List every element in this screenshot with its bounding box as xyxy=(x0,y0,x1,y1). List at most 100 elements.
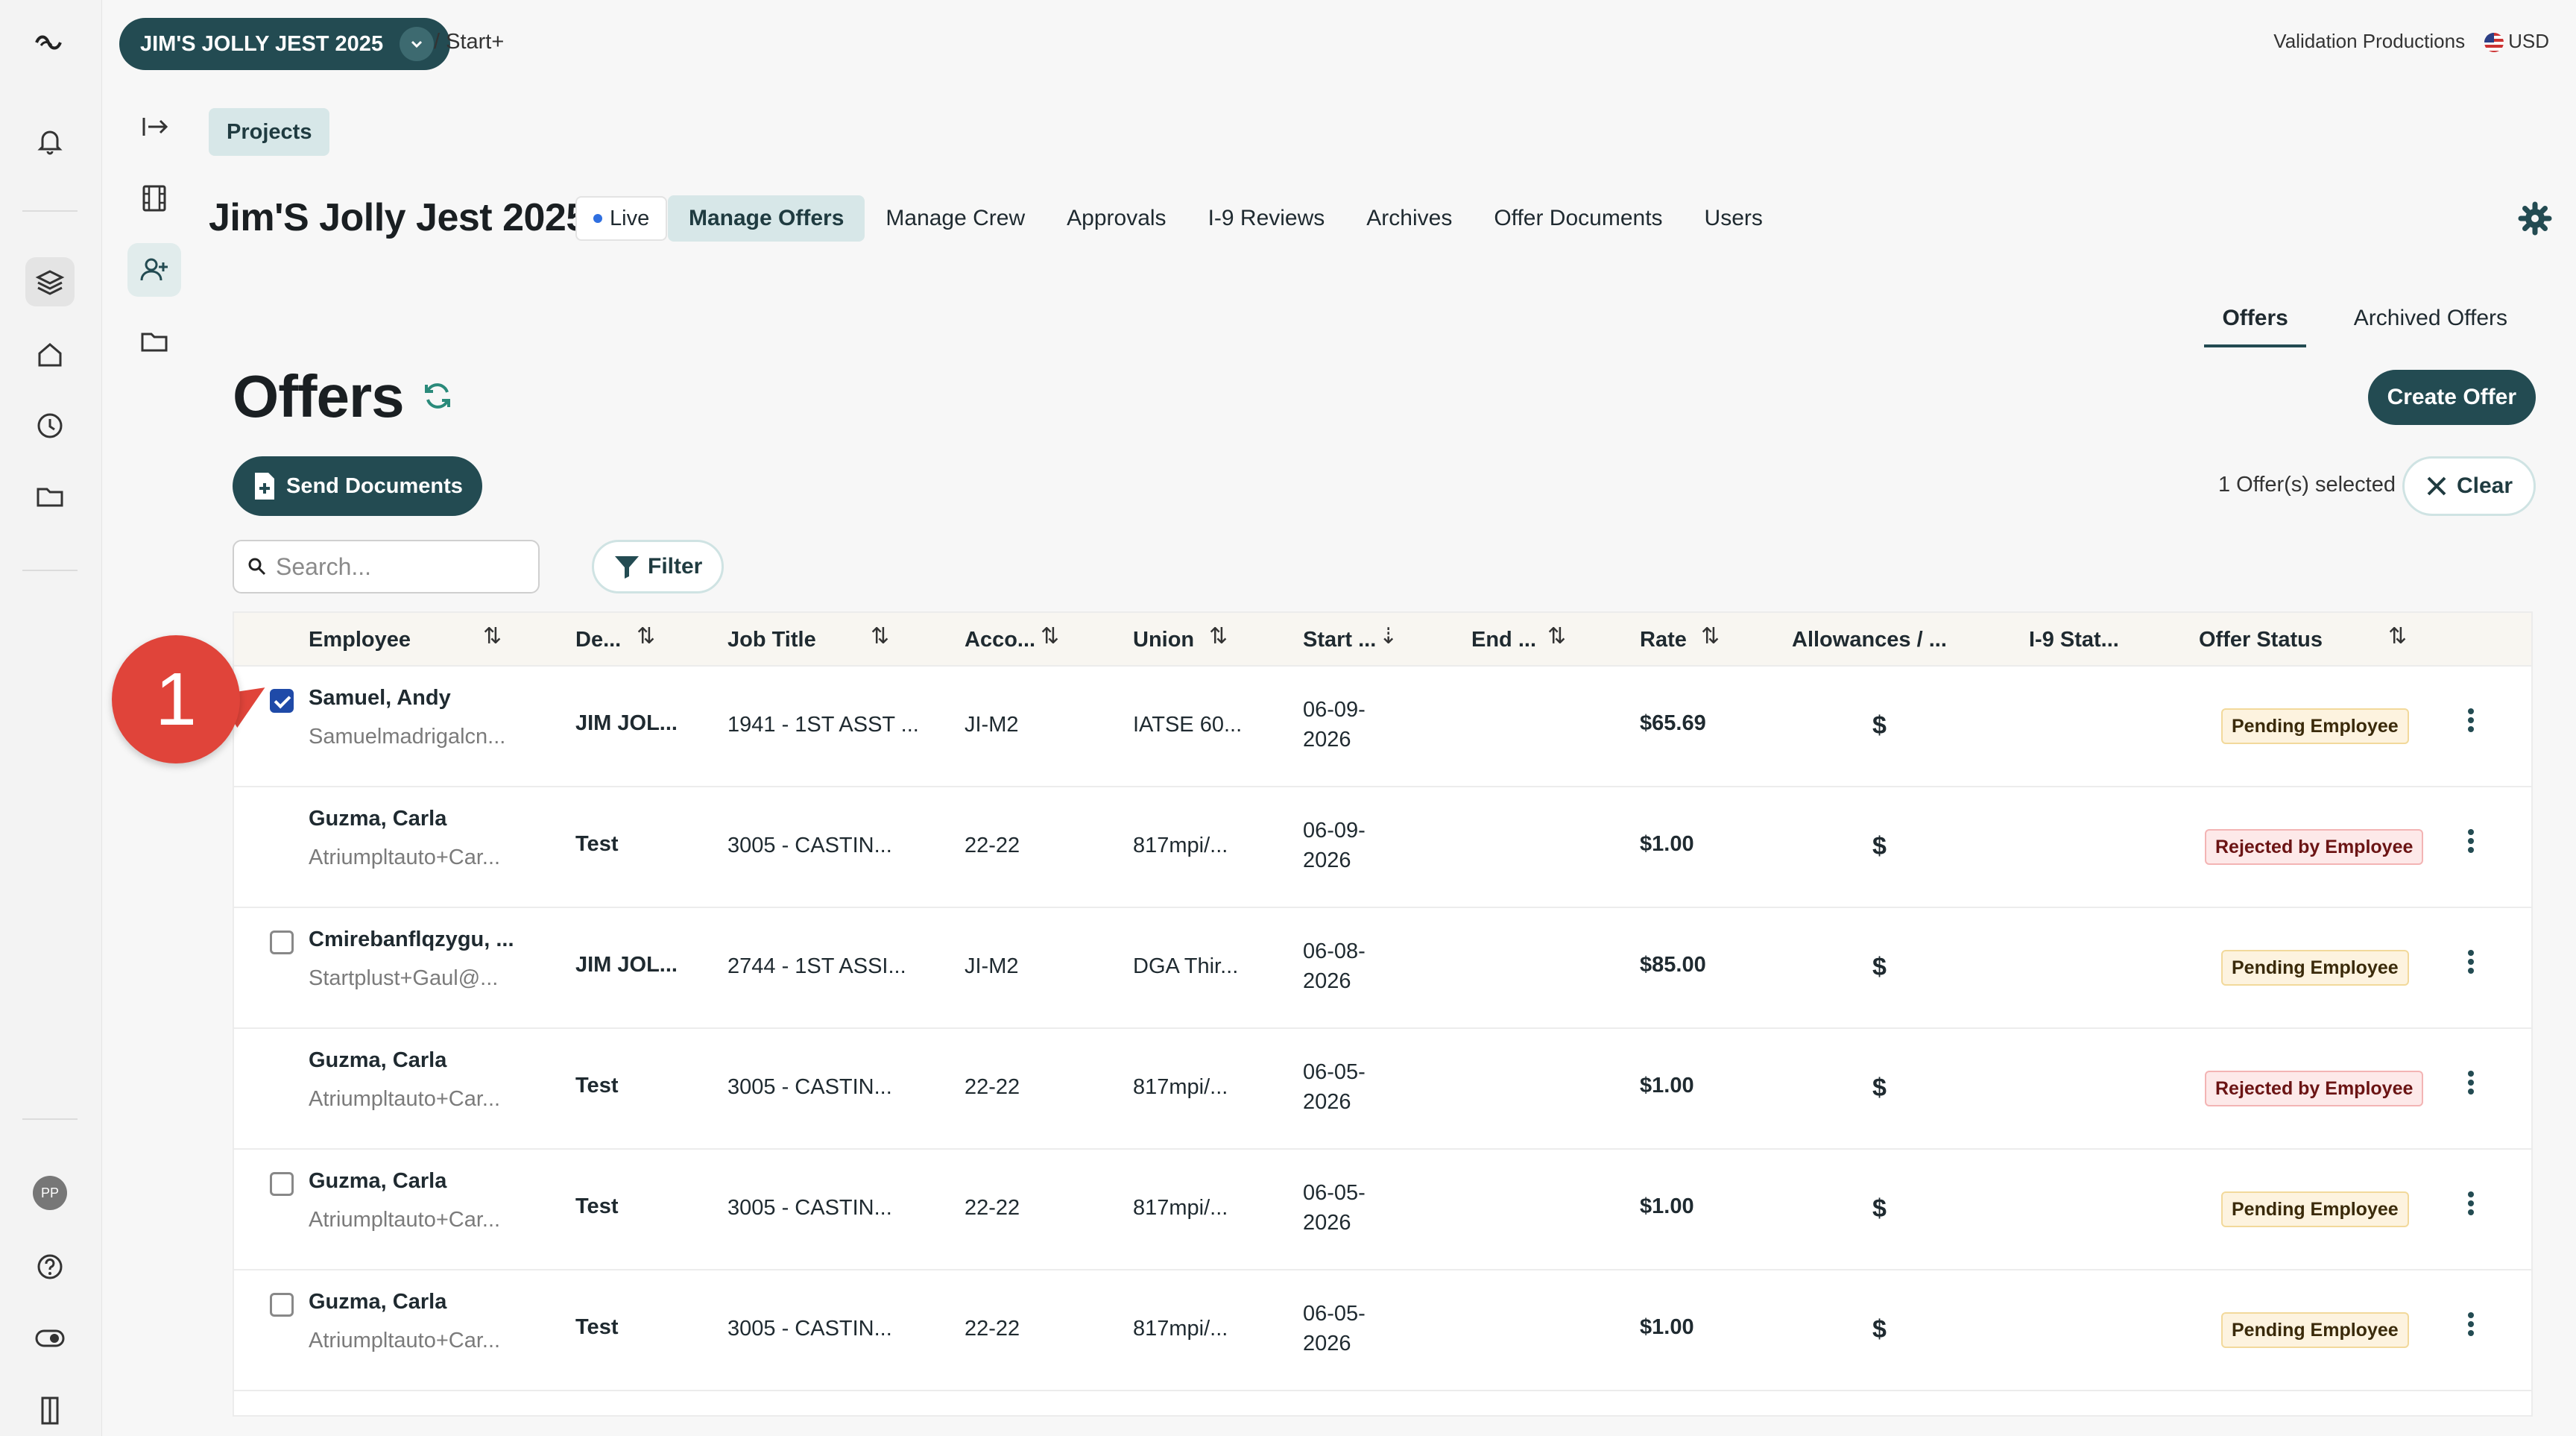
union: 817mpi/... xyxy=(1133,834,1228,857)
more-options-icon[interactable] xyxy=(2467,826,2475,856)
sort-icon[interactable]: ⇅ xyxy=(483,623,502,649)
row-checkbox[interactable] xyxy=(270,1172,294,1196)
col-i9-status[interactable]: I-9 Stat... xyxy=(2029,613,2119,667)
more-options-icon[interactable] xyxy=(2467,705,2475,735)
more-options-icon[interactable] xyxy=(2467,947,2475,977)
tab-archived-offers[interactable]: Archived Offers xyxy=(2336,298,2525,347)
sort-icon[interactable]: ⇅ xyxy=(871,623,889,649)
employee-email: Atriumpltauto+Car... xyxy=(309,845,501,869)
sort-icon[interactable]: ⇅ xyxy=(1547,623,1566,649)
allowances-icon[interactable]: $ xyxy=(1872,1074,1887,1103)
sort-icon[interactable]: ⇅ xyxy=(637,623,655,649)
tab-i9-reviews[interactable]: I-9 Reviews xyxy=(1187,195,1346,242)
col-department[interactable]: De... xyxy=(575,613,621,667)
bell-icon[interactable] xyxy=(25,116,75,166)
table-row[interactable]: Cmirebanflqzygu, ... Startplust+Gaul@...… xyxy=(234,908,2531,1029)
logout-door-icon[interactable] xyxy=(25,1385,75,1435)
rate: $1.00 xyxy=(1640,1194,1694,1218)
table-row[interactable]: Guzma, Carla Atriumpltauto+Car... Test 3… xyxy=(234,1150,2531,1270)
tab-offers[interactable]: Offers xyxy=(2204,298,2306,347)
job-title: 3005 - CASTIN... xyxy=(727,1317,892,1341)
more-options-icon[interactable] xyxy=(2467,1309,2475,1339)
us-flag-icon xyxy=(2484,33,2504,53)
employee-name[interactable]: Guzma, Carla xyxy=(309,1048,446,1073)
col-allowances[interactable]: Allowances / ... xyxy=(1792,613,1947,667)
account: 22-22 xyxy=(965,834,1020,857)
status-badge: Live xyxy=(575,196,668,241)
table-row[interactable]: Guzma, Carla Atriumpltauto+Car... Test 3… xyxy=(234,1029,2531,1150)
employee-name[interactable]: Guzma, Carla xyxy=(309,1290,446,1314)
rate: $1.00 xyxy=(1640,832,1694,856)
gear-icon[interactable] xyxy=(2516,200,2554,237)
sort-icon[interactable]: ⇅ xyxy=(1701,623,1720,649)
employee-name[interactable]: Guzma, Carla xyxy=(309,1169,446,1194)
refresh-icon[interactable] xyxy=(419,377,456,415)
offer-status-badge: Pending Employee xyxy=(2221,708,2409,744)
allowances-icon[interactable]: $ xyxy=(1872,953,1887,982)
left-rail: PP xyxy=(0,0,102,1436)
filter-button[interactable]: Filter xyxy=(592,540,724,593)
tab-manage-crew[interactable]: Manage Crew xyxy=(865,195,1046,242)
row-checkbox[interactable] xyxy=(270,930,294,954)
projects-button[interactable]: Projects xyxy=(209,108,330,156)
film-icon[interactable] xyxy=(127,171,181,225)
job-title: 2744 - 1ST ASSI... xyxy=(727,954,906,978)
tab-manage-offers[interactable]: Manage Offers xyxy=(668,195,865,242)
col-union[interactable]: Union xyxy=(1133,613,1194,667)
home-icon[interactable] xyxy=(25,330,75,380)
avatar[interactable]: PP xyxy=(25,1168,75,1218)
toggle-icon[interactable] xyxy=(25,1314,75,1363)
status-badge-label: Live xyxy=(610,206,650,230)
col-account[interactable]: Acco... xyxy=(965,613,1035,667)
allowances-icon[interactable]: $ xyxy=(1872,832,1887,861)
add-user-icon[interactable] xyxy=(127,243,181,297)
breadcrumb[interactable]: / Start+ xyxy=(434,30,504,54)
table-row[interactable]: Guzma, Carla Atriumpltauto+Car... Test 3… xyxy=(234,787,2531,908)
allowances-icon[interactable]: $ xyxy=(1872,711,1887,740)
sort-icon[interactable]: ⇅ xyxy=(2388,623,2407,649)
clock-icon[interactable] xyxy=(25,401,75,450)
employee-name[interactable]: Cmirebanflqzygu, ... xyxy=(309,928,514,952)
sort-icon[interactable]: ⇅ xyxy=(1041,623,1059,649)
department: JIM JOL... xyxy=(575,953,678,977)
search-input[interactable]: Search... xyxy=(233,540,540,593)
allowances-icon[interactable]: $ xyxy=(1872,1194,1887,1224)
clear-selection-button[interactable]: Clear xyxy=(2402,456,2536,516)
logo-icon[interactable] xyxy=(25,16,75,66)
sort-icon[interactable]: ⇅ xyxy=(1209,623,1228,649)
send-documents-button[interactable]: Send Documents xyxy=(233,456,482,516)
col-employee[interactable]: Employee xyxy=(309,613,411,667)
tab-approvals[interactable]: Approvals xyxy=(1046,195,1187,242)
folder-icon[interactable] xyxy=(25,472,75,521)
job-title: 1941 - 1ST ASST ... xyxy=(727,713,919,737)
col-end[interactable]: End ... xyxy=(1471,613,1536,667)
col-job-title[interactable]: Job Title xyxy=(727,613,816,667)
collapse-arrow-icon[interactable] xyxy=(127,100,181,154)
step-marker: 1 xyxy=(112,635,240,763)
tab-users[interactable]: Users xyxy=(1684,195,1784,242)
row-checkbox[interactable] xyxy=(270,1293,294,1317)
table-row[interactable]: Guzma, Carla Atriumpltauto+Car... Test 3… xyxy=(234,1270,2531,1391)
tab-archives[interactable]: Archives xyxy=(1345,195,1473,242)
tab-offer-documents[interactable]: Offer Documents xyxy=(1473,195,1683,242)
folder-icon[interactable] xyxy=(127,315,181,368)
col-start[interactable]: Start ... xyxy=(1303,613,1376,667)
rail-divider xyxy=(22,570,78,571)
sort-desc-icon[interactable]: ⇣ xyxy=(1379,623,1398,649)
col-offer-status[interactable]: Offer Status xyxy=(2199,613,2323,667)
col-rate[interactable]: Rate xyxy=(1640,613,1687,667)
currency-selector[interactable]: USD xyxy=(2484,30,2549,53)
table-row[interactable]: Samuel, Andy Samuelmadrigalcn... JIM JOL… xyxy=(234,667,2531,787)
help-icon[interactable] xyxy=(25,1242,75,1291)
employee-name[interactable]: Samuel, Andy xyxy=(309,686,451,711)
create-offer-button[interactable]: Create Offer xyxy=(2367,370,2536,425)
company-name[interactable]: Validation Productions xyxy=(2273,30,2465,53)
allowances-icon[interactable]: $ xyxy=(1872,1315,1887,1344)
project-selector[interactable]: JIM'S JOLLY JEST 2025 xyxy=(119,18,451,70)
rate: $65.69 xyxy=(1640,711,1706,735)
more-options-icon[interactable] xyxy=(2467,1188,2475,1218)
employee-name[interactable]: Guzma, Carla xyxy=(309,807,446,831)
layers-icon[interactable] xyxy=(25,257,75,306)
search-icon xyxy=(248,558,266,576)
more-options-icon[interactable] xyxy=(2467,1068,2475,1098)
